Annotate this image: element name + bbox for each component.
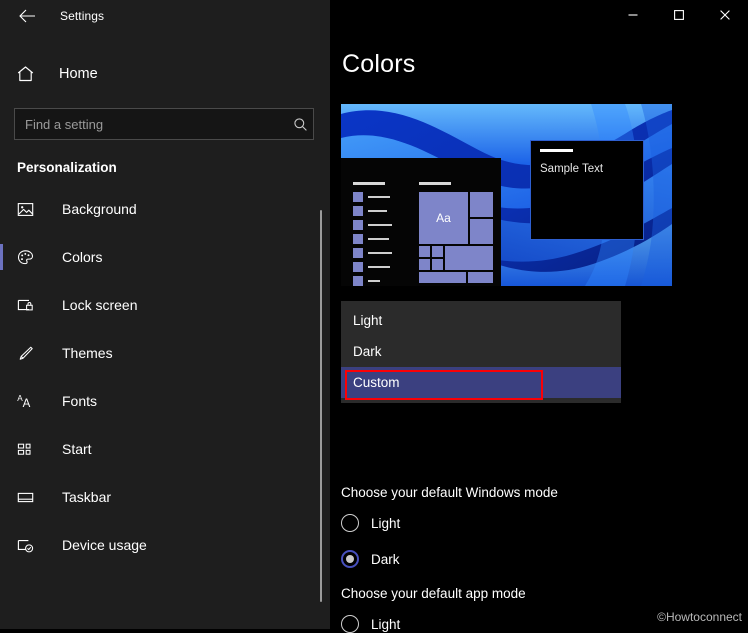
close-icon[interactable] bbox=[702, 0, 748, 30]
color-mode-dropdown[interactable]: Light Dark Custom bbox=[341, 301, 621, 403]
start-tiles-icon bbox=[17, 441, 41, 458]
sidebar-item-fonts[interactable]: A A Fonts bbox=[0, 377, 330, 425]
fonts-icon: A A bbox=[17, 393, 41, 410]
preview-nav-row bbox=[353, 248, 413, 258]
preview-nav-row bbox=[353, 192, 413, 202]
dropdown-option-dark[interactable]: Dark bbox=[341, 336, 621, 367]
preview-tile bbox=[419, 272, 466, 283]
dropdown-option-custom[interactable]: Custom bbox=[341, 367, 621, 398]
minimize-icon[interactable] bbox=[610, 0, 656, 30]
sidebar-item-taskbar[interactable]: Taskbar bbox=[0, 473, 330, 521]
sidebar: Settings Home Personalization bbox=[0, 0, 330, 629]
windows-mode-option-light[interactable]: Light bbox=[341, 514, 748, 532]
sidebar-scrollbar[interactable] bbox=[320, 210, 322, 602]
device-usage-icon bbox=[17, 537, 41, 554]
search-box[interactable] bbox=[14, 108, 314, 140]
selection-accent-bar bbox=[0, 244, 3, 270]
preview-tile bbox=[432, 259, 443, 270]
brush-icon bbox=[17, 345, 41, 362]
preview-tile bbox=[470, 219, 493, 244]
windows-mode-group: Choose your default Windows mode Light D… bbox=[341, 485, 748, 568]
preview-tile bbox=[470, 192, 493, 217]
sidebar-item-device-usage[interactable]: Device usage bbox=[0, 521, 330, 569]
main-content: Colors Aa Sample Text Light Dark Custom … bbox=[330, 0, 748, 633]
sidebar-item-label: Background bbox=[62, 201, 137, 217]
sidebar-item-label: Taskbar bbox=[62, 489, 112, 505]
radio-icon[interactable] bbox=[341, 514, 359, 532]
sidebar-titlebar: Settings bbox=[0, 0, 330, 32]
window-controls bbox=[330, 0, 748, 32]
svg-text:A: A bbox=[23, 398, 31, 410]
dropdown-option-light[interactable]: Light bbox=[341, 305, 621, 336]
preview-nav-title-bar bbox=[353, 182, 385, 185]
sidebar-item-label: Lock screen bbox=[62, 297, 138, 313]
image-icon bbox=[17, 201, 41, 218]
home-icon bbox=[16, 65, 42, 83]
preview-settings-window: Aa bbox=[341, 158, 501, 286]
lock-screen-icon bbox=[17, 297, 41, 314]
preview-nav-row bbox=[353, 262, 413, 272]
search-icon[interactable] bbox=[287, 117, 313, 132]
app-title: Settings bbox=[60, 9, 105, 23]
windows-mode-label: Choose your default Windows mode bbox=[341, 485, 558, 500]
preview-tile-grid: Aa bbox=[419, 192, 493, 244]
preview-tile-row-bottom bbox=[419, 272, 493, 283]
app-mode-label: Choose your default app mode bbox=[341, 586, 526, 601]
radio-icon[interactable] bbox=[341, 615, 359, 633]
radio-label: Light bbox=[371, 515, 401, 531]
palette-icon bbox=[17, 249, 41, 266]
preview-sample-text: Sample Text bbox=[540, 162, 604, 175]
preview-nav-row bbox=[353, 234, 413, 244]
sidebar-item-label: Device usage bbox=[62, 537, 147, 553]
sidebar-item-themes[interactable]: Themes bbox=[0, 329, 330, 377]
windows-mode-option-dark[interactable]: Dark bbox=[341, 550, 748, 568]
settings-window: Settings Home Personalization bbox=[0, 0, 748, 633]
sidebar-item-label: Fonts bbox=[62, 393, 98, 409]
sidebar-item-start[interactable]: Start bbox=[0, 425, 330, 473]
page-title: Colors bbox=[342, 50, 416, 78]
preview-nav-column bbox=[353, 182, 413, 286]
sidebar-item-label: Themes bbox=[62, 345, 113, 361]
taskbar-icon bbox=[17, 489, 41, 506]
preview-nav-row bbox=[353, 276, 413, 286]
sidebar-item-colors[interactable]: Colors bbox=[0, 233, 330, 281]
sidebar-item-home[interactable]: Home bbox=[0, 54, 330, 94]
maximize-icon[interactable] bbox=[656, 0, 702, 30]
sidebar-item-lock-screen[interactable]: Lock screen bbox=[0, 281, 330, 329]
preview-content-title-bar bbox=[419, 182, 451, 185]
sidebar-item-label: Start bbox=[62, 441, 92, 457]
preview-nav-row bbox=[353, 220, 413, 230]
sidebar-item-label: Colors bbox=[62, 249, 103, 265]
preview-tile bbox=[468, 272, 493, 283]
sidebar-item-background[interactable]: Background bbox=[0, 185, 330, 233]
sidebar-section-title: Personalization bbox=[17, 160, 117, 175]
preview-tile bbox=[445, 246, 493, 270]
radio-icon-selected[interactable] bbox=[341, 550, 359, 568]
preview-tile-grid-small bbox=[419, 246, 493, 270]
radio-label: Dark bbox=[371, 551, 400, 567]
preview-content-area: Aa bbox=[419, 182, 493, 283]
preview-sample-window: Sample Text bbox=[530, 140, 644, 240]
watermark: ©Howtoconnect bbox=[657, 610, 742, 624]
sidebar-nav: Background Colors Lock screen Themes A A… bbox=[0, 185, 330, 569]
theme-preview: Aa Sample Text bbox=[341, 104, 672, 286]
preview-tile bbox=[419, 259, 430, 270]
preview-tile bbox=[419, 246, 430, 257]
preview-sample-title-bar bbox=[540, 149, 573, 152]
preview-nav-row bbox=[353, 206, 413, 216]
search-input[interactable] bbox=[15, 116, 287, 132]
sidebar-item-home-label: Home bbox=[59, 66, 98, 82]
radio-label: Light bbox=[371, 616, 401, 632]
preview-tile bbox=[432, 246, 443, 257]
back-arrow-icon[interactable] bbox=[12, 3, 42, 29]
preview-tile-aa: Aa bbox=[419, 192, 468, 244]
